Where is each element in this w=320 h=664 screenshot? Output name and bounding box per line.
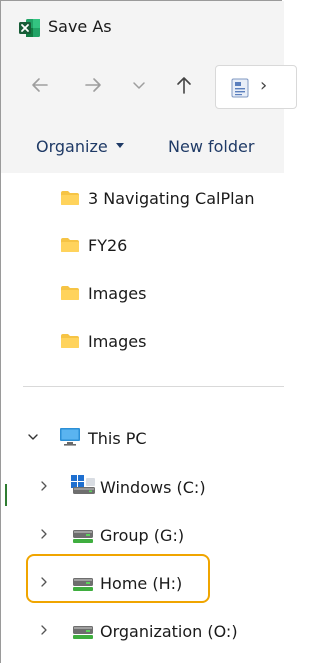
drive-label: Organization (O:) <box>100 622 238 641</box>
new-folder-label: New folder <box>168 137 255 156</box>
folder-item[interactable]: FY26 <box>1 222 284 268</box>
arrow-up-icon <box>177 77 191 94</box>
folder-icon <box>61 238 79 252</box>
address-bar[interactable]: › <box>215 65 297 109</box>
excel-icon <box>19 19 40 37</box>
drive-item[interactable]: Windows (C:) <box>1 463 284 509</box>
new-folder-button[interactable]: New folder <box>168 137 254 156</box>
arrow-right-icon <box>85 78 101 92</box>
this-pc-item[interactable]: This PC <box>1 414 284 460</box>
back-button[interactable] <box>28 73 52 97</box>
drive-label: Group (G:) <box>100 526 185 545</box>
document-icon <box>231 78 249 98</box>
window-title: Save As <box>48 17 112 36</box>
forward-button[interactable] <box>81 73 105 97</box>
chevron-down-icon <box>133 82 145 89</box>
folder-icon <box>61 286 79 300</box>
address-chevron: › <box>260 75 268 96</box>
folder-item[interactable]: Images <box>1 318 284 364</box>
folder-item[interactable]: 3 Navigating CalPlan <box>1 175 284 221</box>
title-bar: Save As <box>1 1 284 49</box>
drive-item[interactable]: Group (G:) <box>1 511 284 557</box>
command-bar: Organize New folder <box>1 119 284 173</box>
computer-icon <box>60 428 80 446</box>
caret-down-icon <box>115 143 124 148</box>
network-drive-icon <box>73 626 93 639</box>
folder-label: FY26 <box>88 236 128 255</box>
folder-icon <box>61 334 79 348</box>
drive-label: Windows (C:) <box>100 478 206 497</box>
folder-label: 3 Navigating CalPlan <box>88 189 255 208</box>
recent-locations-button[interactable] <box>127 73 151 97</box>
chevron-down-icon[interactable] <box>28 432 38 442</box>
navigation-bar: › <box>1 49 297 119</box>
chevron-right-icon[interactable] <box>39 625 49 635</box>
edge-marker <box>5 484 7 506</box>
drive-item[interactable]: Organization (O:) <box>1 607 284 653</box>
folder-item[interactable]: Images <box>1 270 284 316</box>
organize-label: Organize <box>36 137 108 156</box>
arrow-left-icon <box>32 78 48 92</box>
chevron-right-icon[interactable] <box>39 481 49 491</box>
windows-drive-icon <box>71 475 95 494</box>
organize-button[interactable]: Organize <box>36 137 124 156</box>
folder-icon <box>61 191 79 205</box>
up-button[interactable] <box>172 73 196 97</box>
navigation-pane: 3 Navigating CalPlan FY26 Images Images <box>1 173 284 664</box>
chevron-right-icon[interactable] <box>39 529 49 539</box>
network-drive-icon <box>73 530 93 543</box>
save-as-dialog: Save As › Organize New folder 3 Navigati… <box>0 0 297 664</box>
highlight-outline <box>26 554 210 603</box>
folder-label: Images <box>88 284 147 303</box>
this-pc-label: This PC <box>88 429 147 448</box>
section-divider <box>23 386 284 387</box>
folder-label: Images <box>88 332 147 351</box>
